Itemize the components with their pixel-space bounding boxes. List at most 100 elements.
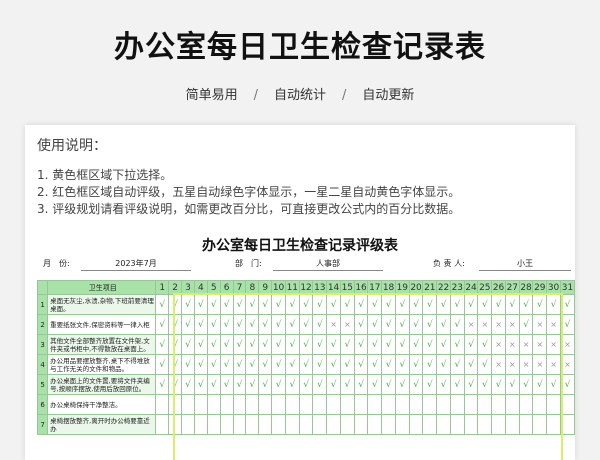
day-mark-cell[interactable] (271, 394, 286, 415)
day-mark-cell[interactable]: √ (298, 294, 314, 315)
day-mark-cell[interactable]: √ (298, 314, 314, 335)
day-mark-cell[interactable]: √ (219, 334, 234, 355)
day-mark-cell[interactable]: √ (155, 314, 170, 335)
day-mark-cell[interactable] (155, 394, 170, 415)
day-mark-cell[interactable]: × (546, 334, 561, 355)
day-mark-cell[interactable]: √ (463, 374, 479, 395)
day-mark-cell[interactable]: √ (559, 314, 575, 335)
day-mark-cell[interactable] (193, 414, 208, 435)
day-mark-cell[interactable] (436, 414, 451, 435)
day-mark-cell[interactable] (284, 394, 300, 415)
day-mark-cell[interactable] (181, 414, 195, 435)
day-mark-cell[interactable]: √ (312, 314, 328, 335)
day-mark-cell[interactable]: √ (367, 354, 383, 375)
day-mark-cell[interactable]: √ (219, 374, 234, 395)
day-mark-cell[interactable]: √ (394, 374, 410, 395)
day-mark-cell[interactable]: √ (394, 294, 410, 315)
day-mark-cell[interactable] (206, 414, 221, 435)
day-mark-cell[interactable] (463, 394, 479, 415)
day-mark-cell[interactable]: √ (245, 354, 260, 375)
day-mark-cell[interactable]: √ (339, 334, 355, 355)
day-mark-cell[interactable] (193, 394, 208, 415)
day-mark-cell[interactable]: √ (219, 314, 234, 335)
day-mark-cell[interactable]: √ (381, 314, 396, 335)
day-mark-cell[interactable]: √ (284, 354, 300, 375)
day-mark-cell[interactable] (298, 394, 314, 415)
day-mark-cell[interactable]: √ (449, 354, 465, 375)
day-mark-cell[interactable]: √ (339, 294, 355, 315)
day-mark-cell[interactable]: √ (394, 354, 410, 375)
day-mark-cell[interactable] (232, 414, 247, 435)
day-mark-cell[interactable]: √ (193, 354, 208, 375)
day-mark-cell[interactable]: √ (181, 334, 195, 355)
day-mark-cell[interactable]: √ (408, 374, 424, 395)
day-mark-cell[interactable]: √ (477, 354, 493, 375)
day-mark-cell[interactable]: √ (546, 374, 561, 395)
day-mark-cell[interactable] (339, 394, 355, 415)
day-mark-cell[interactable]: √ (326, 294, 341, 315)
day-mark-cell[interactable] (491, 414, 506, 435)
day-mark-cell[interactable]: √ (271, 334, 286, 355)
day-mark-cell[interactable] (271, 414, 286, 435)
day-mark-cell[interactable]: √ (353, 294, 369, 315)
day-mark-cell[interactable]: √ (245, 334, 260, 355)
day-mark-cell[interactable] (326, 414, 341, 435)
day-mark-cell[interactable] (312, 414, 328, 435)
day-mark-cell[interactable]: √ (449, 374, 465, 395)
day-mark-cell[interactable]: √ (181, 374, 195, 395)
day-mark-cell[interactable]: √ (504, 374, 520, 395)
day-mark-cell[interactable]: √ (436, 334, 451, 355)
day-mark-cell[interactable]: √ (258, 354, 273, 375)
day-mark-cell[interactable]: √ (353, 334, 369, 355)
day-mark-cell[interactable] (518, 394, 534, 415)
day-mark-cell[interactable]: √ (168, 314, 183, 335)
day-mark-cell[interactable]: √ (422, 354, 438, 375)
day-mark-cell[interactable]: √ (284, 294, 300, 315)
day-mark-cell[interactable]: √ (381, 354, 396, 375)
day-mark-cell[interactable]: √ (381, 374, 396, 395)
day-mark-cell[interactable]: √ (518, 374, 534, 395)
day-mark-cell[interactable] (436, 394, 451, 415)
day-mark-cell[interactable] (245, 394, 260, 415)
day-mark-cell[interactable]: × (518, 334, 534, 355)
day-mark-cell[interactable]: √ (339, 354, 355, 375)
day-mark-cell[interactable]: × (532, 314, 548, 335)
day-mark-cell[interactable]: √ (155, 334, 170, 355)
day-mark-cell[interactable]: √ (463, 334, 479, 355)
day-mark-cell[interactable]: √ (518, 294, 534, 315)
day-mark-cell[interactable]: √ (436, 374, 451, 395)
day-mark-cell[interactable]: √ (436, 354, 451, 375)
day-mark-cell[interactable]: √ (232, 294, 247, 315)
day-mark-cell[interactable]: × (339, 314, 355, 335)
day-mark-cell[interactable] (422, 394, 438, 415)
day-mark-cell[interactable]: √ (339, 374, 355, 395)
day-mark-cell[interactable]: √ (193, 314, 208, 335)
day-mark-cell[interactable]: × (491, 334, 506, 355)
day-mark-cell[interactable]: √ (408, 314, 424, 335)
day-mark-cell[interactable] (168, 394, 183, 415)
day-mark-cell[interactable]: √ (258, 294, 273, 315)
day-mark-cell[interactable]: √ (284, 334, 300, 355)
day-mark-cell[interactable] (449, 414, 465, 435)
day-mark-cell[interactable]: √ (271, 374, 286, 395)
day-mark-cell[interactable] (245, 414, 260, 435)
day-mark-cell[interactable]: √ (449, 334, 465, 355)
day-mark-cell[interactable] (155, 414, 170, 435)
day-mark-cell[interactable]: × (477, 314, 493, 335)
day-mark-cell[interactable]: √ (436, 314, 451, 335)
day-mark-cell[interactable]: √ (408, 354, 424, 375)
day-mark-cell[interactable] (449, 394, 465, 415)
day-mark-cell[interactable]: √ (298, 374, 314, 395)
day-mark-cell[interactable] (232, 394, 247, 415)
day-mark-cell[interactable]: √ (206, 334, 221, 355)
day-mark-cell[interactable]: √ (532, 294, 548, 315)
day-mark-cell[interactable]: √ (193, 374, 208, 395)
day-mark-cell[interactable]: × (532, 334, 548, 355)
day-mark-cell[interactable]: √ (298, 354, 314, 375)
day-mark-cell[interactable] (463, 414, 479, 435)
day-mark-cell[interactable] (532, 394, 548, 415)
day-mark-cell[interactable]: √ (232, 374, 247, 395)
department-value[interactable]: 人事部 (273, 258, 383, 271)
day-mark-cell[interactable]: √ (312, 334, 328, 355)
day-mark-cell[interactable] (353, 414, 369, 435)
